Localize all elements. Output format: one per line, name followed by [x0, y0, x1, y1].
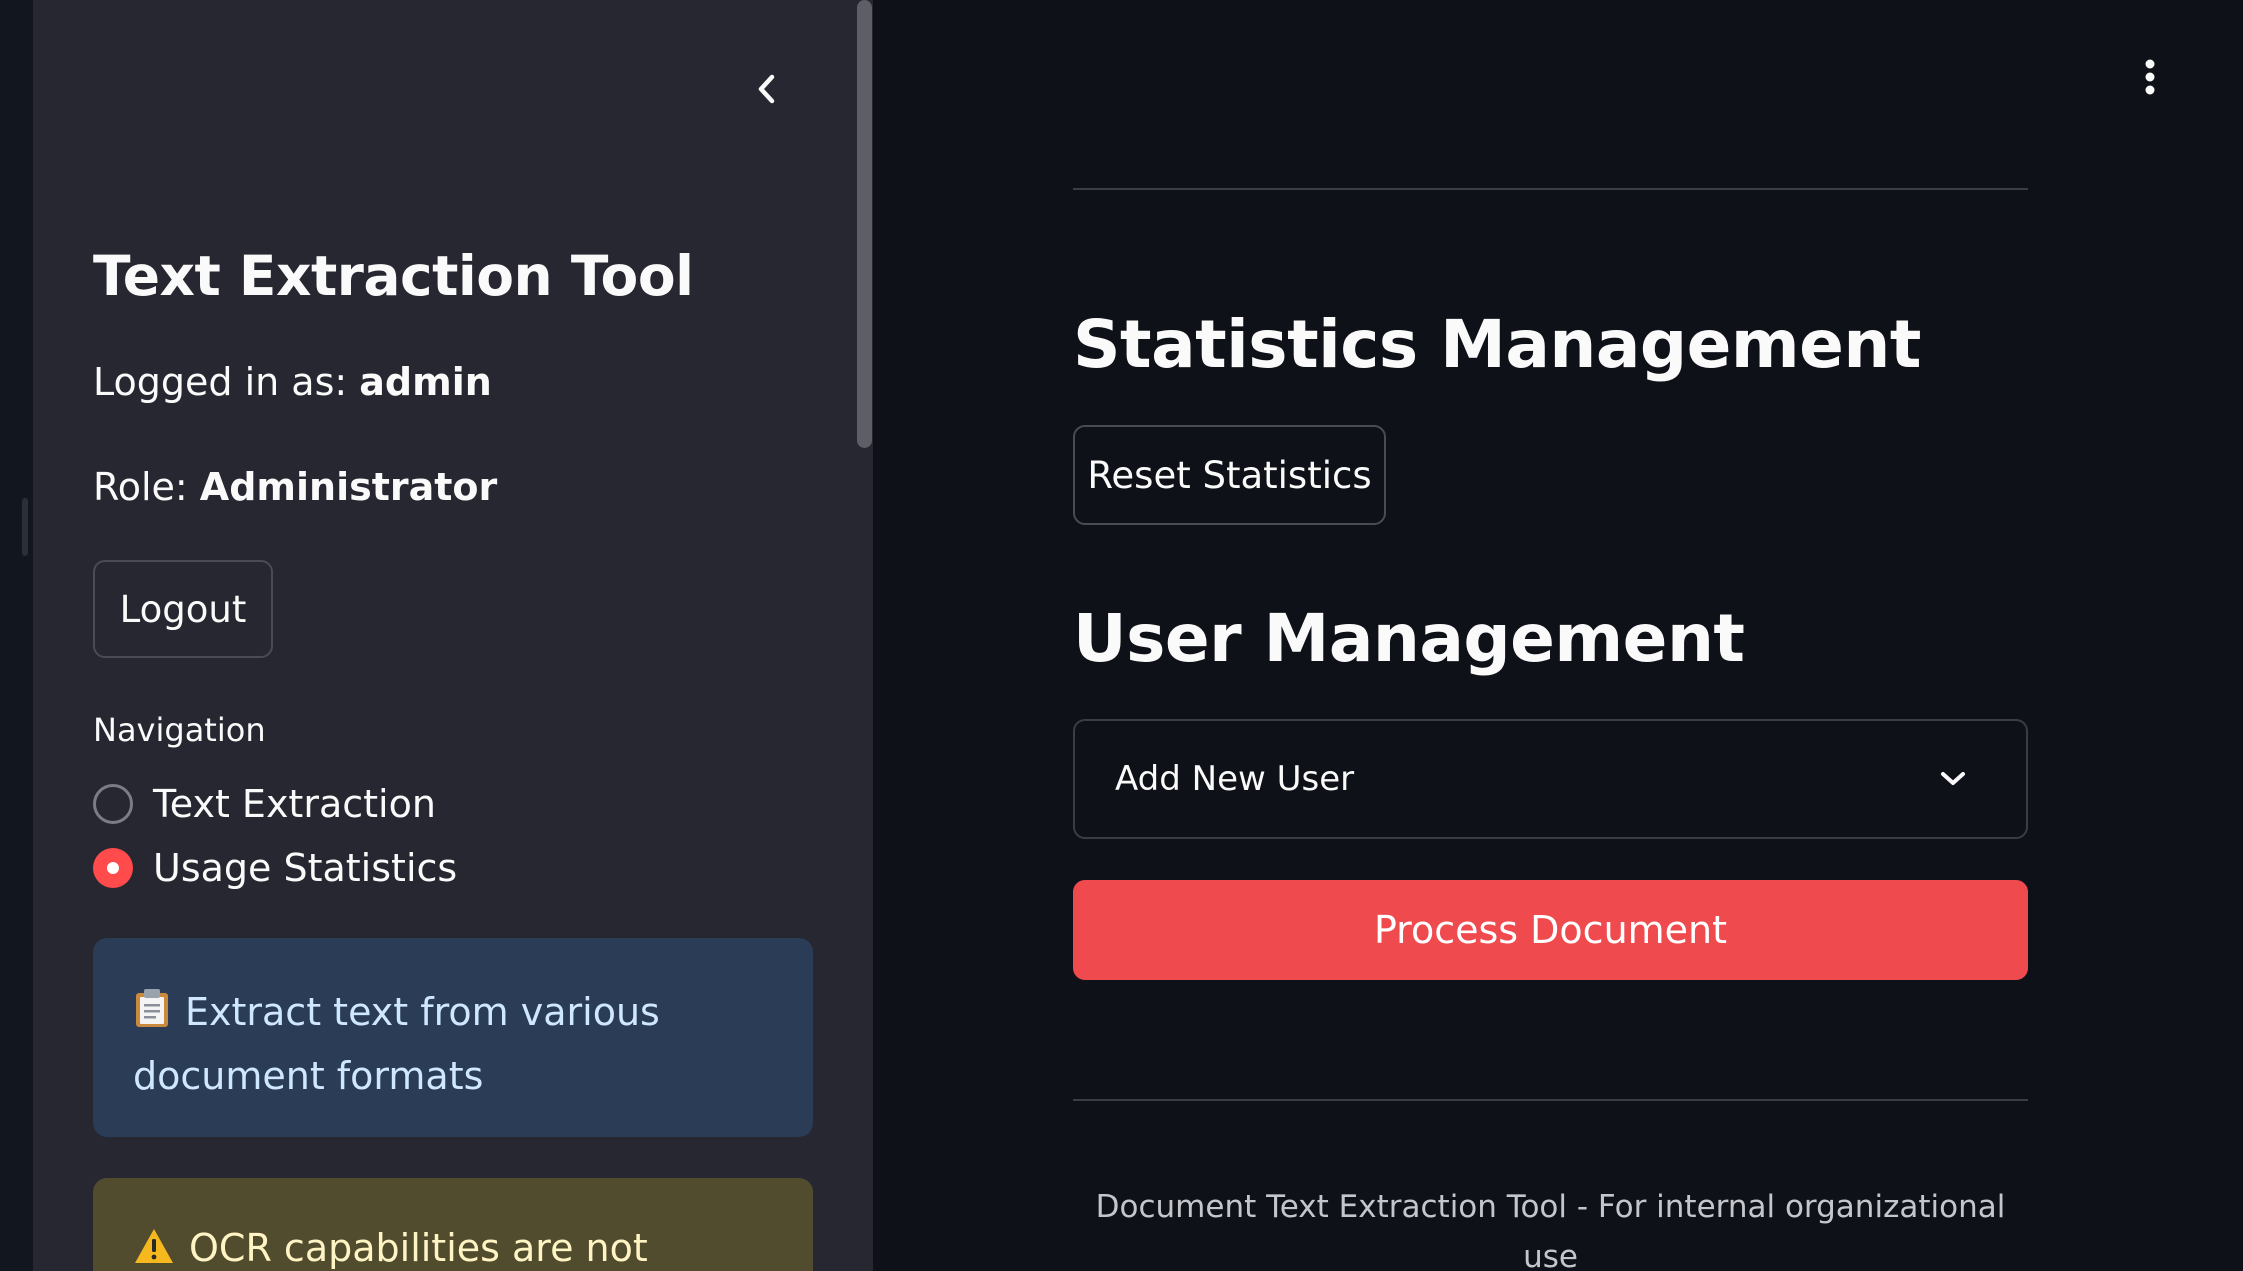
app-root: Text Extraction Tool Logged in as: admin…: [0, 0, 2243, 1271]
collapse-sidebar-button[interactable]: [742, 64, 792, 114]
main-menu-button[interactable]: [2125, 52, 2175, 102]
role-prefix: Role:: [93, 465, 188, 509]
logged-in-prefix: Logged in as:: [93, 360, 348, 404]
reset-statistics-button[interactable]: Reset Statistics: [1073, 425, 1386, 525]
user-management-heading: User Management: [1073, 600, 1745, 677]
logout-button[interactable]: Logout: [93, 560, 273, 658]
vertical-dots-icon: [2145, 59, 2155, 95]
nav-option-label: Usage Statistics: [153, 846, 458, 890]
statistics-management-heading: Statistics Management: [1073, 306, 1921, 383]
footer-text: Document Text Extraction Tool - For inte…: [1095, 1189, 2006, 1271]
sidebar-title: Text Extraction Tool: [93, 244, 694, 308]
top-divider: [1073, 188, 2028, 190]
radio-selected-icon[interactable]: [93, 848, 133, 888]
warning-alert: OCR capabilities are not available.: [93, 1178, 813, 1271]
process-document-button[interactable]: Process Document: [1073, 880, 2028, 980]
sidebar-scrollbar[interactable]: [857, 0, 872, 448]
navigation-label: Navigation: [93, 711, 266, 749]
nav-option-text-extraction[interactable]: Text Extraction: [93, 778, 436, 830]
logged-in-text: Logged in as: admin: [93, 356, 492, 408]
bottom-divider: [1073, 1099, 2028, 1101]
info-alert: Extract text from various document forma…: [93, 938, 813, 1137]
left-edge-strip: [0, 0, 33, 1271]
nav-option-usage-statistics[interactable]: Usage Statistics: [93, 842, 457, 894]
add-new-user-expander[interactable]: Add New User: [1073, 719, 2028, 839]
expander-label: Add New User: [1115, 759, 1355, 799]
username: admin: [359, 360, 492, 404]
chevron-left-icon: [758, 74, 775, 104]
chevron-down-icon: [1941, 772, 1965, 785]
resize-handle[interactable]: [22, 498, 28, 556]
clipboard-icon: [133, 986, 171, 1046]
radio-unselected-icon[interactable]: [93, 784, 133, 824]
role-text: Role: Administrator: [93, 461, 497, 513]
nav-option-label: Text Extraction: [153, 782, 436, 826]
info-message: Extract text from various document forma…: [133, 990, 660, 1098]
role-value: Administrator: [199, 465, 498, 509]
warning-icon: [133, 1222, 175, 1271]
warning-message: OCR capabilities are not available.: [189, 1226, 648, 1270]
